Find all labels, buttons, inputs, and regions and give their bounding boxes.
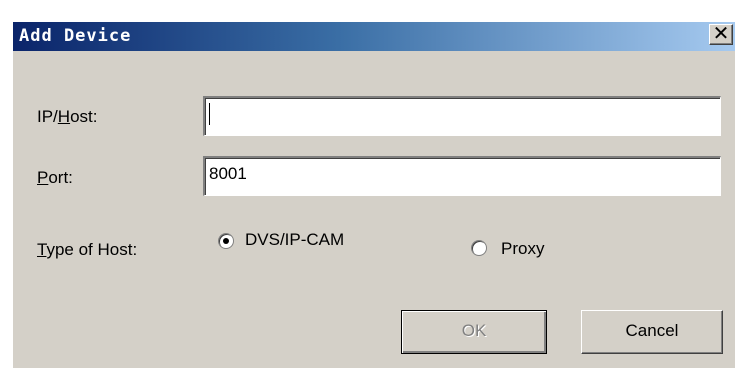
ip-host-input[interactable] [203, 96, 721, 136]
ip-host-accelerator: H [57, 107, 71, 126]
ip-host-label: IP/Host: [37, 107, 98, 126]
radio-dvs-ip-cam[interactable] [218, 233, 234, 249]
radio-selected-dot [223, 238, 229, 244]
title-bar[interactable]: Add Device ✕ [13, 22, 735, 51]
port-input[interactable]: 8001 [203, 156, 721, 196]
radio-label-proxy[interactable]: Proxy [501, 239, 544, 259]
close-button[interactable]: ✕ [709, 23, 733, 45]
radio-label-dvs-ip-cam[interactable]: DVS/IP-CAM [245, 230, 344, 250]
type-of-host-label: Type of Host: [37, 240, 138, 259]
port-value: 8001 [209, 164, 247, 183]
dialog-title: Add Device [19, 26, 132, 46]
port-label: Port: [37, 168, 73, 187]
ok-button-label: OK [461, 321, 487, 340]
close-icon: ✕ [712, 23, 730, 45]
ok-button[interactable]: OK [401, 310, 547, 354]
cancel-button-label: Cancel [625, 321, 679, 340]
port-accelerator: P [37, 168, 49, 187]
add-device-dialog: Add Device ✕ IP/Host: Port: 8001 Type of… [12, 22, 735, 368]
cancel-button[interactable]: Cancel [581, 310, 723, 354]
text-caret [209, 103, 210, 125]
radio-proxy[interactable] [471, 240, 487, 256]
